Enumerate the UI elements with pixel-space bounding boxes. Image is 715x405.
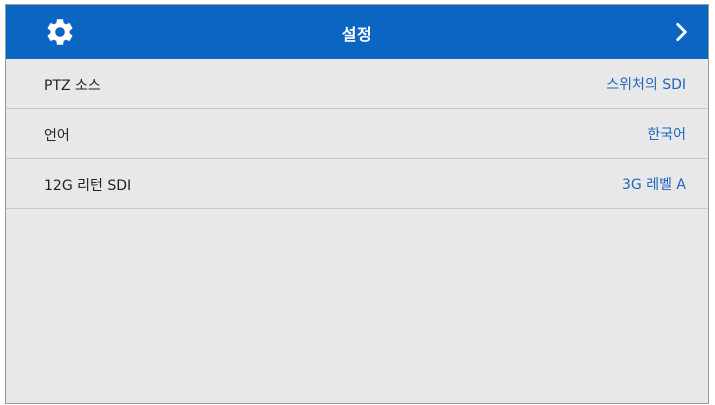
settings-list: PTZ 소스 스위처의 SDI 언어 한국어 12G 리턴 SDI 3G 레벨 … <box>6 59 708 209</box>
setting-row-12g-return-sdi[interactable]: 12G 리턴 SDI 3G 레벨 A <box>6 159 708 209</box>
setting-label: 언어 <box>44 128 70 144</box>
setting-row-ptz-source[interactable]: PTZ 소스 스위처의 SDI <box>6 59 708 109</box>
setting-label: PTZ 소스 <box>44 78 101 94</box>
chevron-right-icon[interactable] <box>668 19 694 45</box>
setting-value[interactable]: 스위처의 SDI <box>606 74 686 94</box>
setting-value[interactable]: 한국어 <box>647 124 686 144</box>
setting-value[interactable]: 3G 레벨 A <box>622 174 686 194</box>
page-title: 설정 <box>341 25 373 44</box>
setting-label: 12G 리턴 SDI <box>44 178 132 194</box>
settings-header: 설정 <box>6 5 708 59</box>
setting-row-language[interactable]: 언어 한국어 <box>6 109 708 159</box>
settings-panel: 설정 PTZ 소스 스위처의 SDI 언어 한국어 12G 리턴 SDI 3G … <box>5 4 709 404</box>
